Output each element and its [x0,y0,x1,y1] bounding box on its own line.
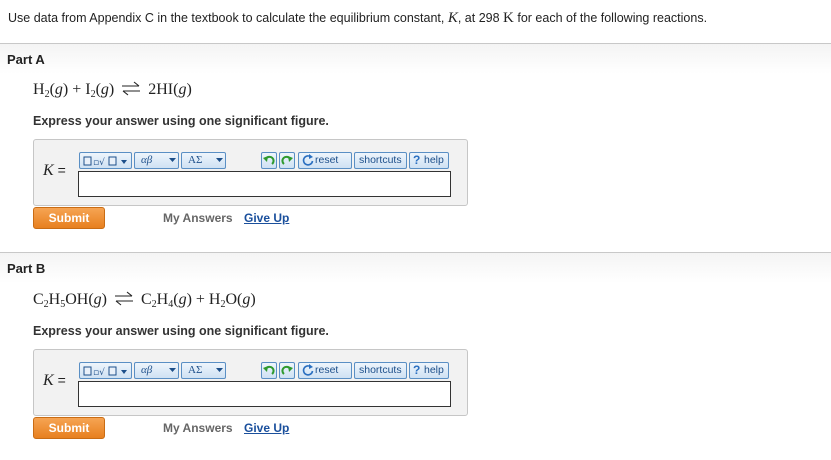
greek-letters-icon: αβ [141,154,153,166]
phase-g: g [93,291,102,308]
part-a-answer-box: K = ▫√ αβ ΑΣ reset shortcuts ? help [33,139,468,206]
plus-sign: + [72,81,82,98]
symbols-icon: ΑΣ [188,154,203,166]
templates-icon: ▫√ [83,156,127,167]
intro-text: Use data from Appendix C in the textbook… [8,10,707,27]
phase-g: g [100,81,109,98]
part-a-my-answers: My Answers [163,211,233,225]
reset-button[interactable]: reset [298,152,352,169]
equals-sign: = [57,162,66,178]
shortcuts-label: shortcuts [359,364,402,376]
undo-icon [263,365,275,375]
plus-sign: + [195,291,205,308]
undo-icon [263,155,275,165]
greek-letters-icon: αβ [141,364,153,376]
intro-kelvin-unit: K [503,10,514,26]
part-b-my-answers: My Answers [163,421,233,435]
paren-close: ) [108,81,115,98]
intro-text-after: for each of the following reactions. [513,11,708,25]
undo-button[interactable] [261,362,277,379]
greek-letters-button[interactable]: αβ [134,362,179,379]
chevron-down-icon [216,368,223,372]
redo-icon [281,365,293,375]
chevron-down-icon [169,368,176,372]
part-b-answer-input[interactable] [78,381,451,407]
part-b-submit-button[interactable]: Submit [33,417,105,439]
phase-g: g [54,81,63,98]
reaction-b-h: H [48,291,61,308]
help-label: help [424,364,444,376]
help-icon: ? [413,363,421,377]
reaction-a-product: 2HI [148,81,174,98]
reaction-b-h2: H [156,291,169,308]
undo-button[interactable] [261,152,277,169]
greek-letters-button[interactable]: αβ [134,152,179,169]
reaction-b-c2: C [141,291,152,308]
shortcuts-button[interactable]: shortcuts [354,362,407,379]
shortcuts-button[interactable]: shortcuts [354,152,407,169]
paren-close: ) [250,291,256,308]
paren-close: ) [101,291,107,308]
intro-text-mid: , at 298 [457,11,504,25]
part-a-reaction: H2(g) + I2(g) 2HI(g) [33,80,192,100]
chevron-down-icon [169,158,176,162]
reaction-b-o: O [225,291,238,308]
reaction-b-c: C [33,291,44,308]
redo-button[interactable] [279,362,295,379]
templates-button[interactable]: ▫√ [79,152,132,169]
svg-text:▫√: ▫√ [93,367,105,377]
part-b-give-up-link[interactable]: Give Up [244,421,289,435]
reset-label: reset [315,154,339,166]
equals-sign: = [57,372,66,388]
redo-icon [281,155,293,165]
paren-close: ) [62,81,69,98]
intro-k-symbol: K [447,10,458,26]
part-a-title: Part A [7,52,45,67]
templates-icon: ▫√ [83,366,127,377]
part-a-k-label: K = [43,162,66,180]
reaction-b-h3: H [208,291,221,308]
part-a-instruction: Express your answer using one significan… [33,114,329,128]
help-button[interactable]: ? help [409,362,449,379]
part-b-reaction: C2H5OH(g) C2H4(g) + H2O(g) [33,290,256,310]
part-b-title: Part B [7,261,46,276]
chevron-down-icon [216,158,223,162]
part-a-answer-input[interactable] [78,171,451,197]
reaction-a-h: H [33,81,45,98]
part-a-submit-button[interactable]: Submit [33,207,105,229]
part-b-k-label: K = [43,372,66,390]
help-button[interactable]: ? help [409,152,449,169]
reset-icon [302,154,314,166]
svg-text:▫√: ▫√ [93,157,105,167]
part-b-instruction: Express your answer using one significan… [33,324,329,338]
part-b-answer-box: K = ▫√ αβ ΑΣ reset shortcuts ? help [33,349,468,416]
part-b-header: Part B [0,252,831,283]
paren-close: ) [186,81,192,98]
symbols-icon: ΑΣ [188,364,203,376]
part-a-header: Part A [0,43,831,74]
shortcuts-label: shortcuts [359,154,402,166]
k-symbol: K [43,372,54,389]
paren-close: ) [186,291,192,308]
reset-icon [302,364,314,376]
symbols-button[interactable]: ΑΣ [181,362,226,379]
symbols-button[interactable]: ΑΣ [181,152,226,169]
equilibrium-arrow-icon [122,81,141,96]
help-icon: ? [413,153,421,167]
templates-button[interactable]: ▫√ [79,362,132,379]
k-symbol: K [43,162,54,179]
intro-text-before: Use data from Appendix C in the textbook… [8,11,448,25]
phase-g: g [178,291,187,308]
equilibrium-arrow-icon [115,291,133,306]
reset-button[interactable]: reset [298,362,352,379]
part-a-give-up-link[interactable]: Give Up [244,211,289,225]
redo-button[interactable] [279,152,295,169]
reaction-b-oh: OH [65,291,89,308]
help-label: help [424,154,444,166]
reset-label: reset [315,364,339,376]
